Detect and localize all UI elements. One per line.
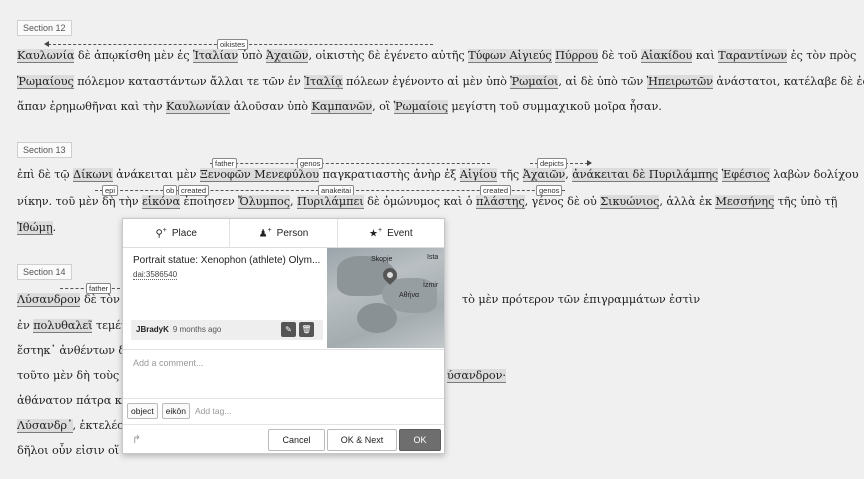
delete-button[interactable]: 🗑 [299, 322, 314, 337]
annotated-word[interactable]: Πυριλάμπει [296, 195, 364, 209]
popup-actions: ↱ Cancel OK & Next OK [123, 424, 444, 454]
entity-title: Portrait statue: Xenophon (athlete) Olym… [133, 255, 321, 266]
annotated-word[interactable]: Ταραντίνων [718, 49, 787, 63]
section-label: Section 12 [17, 20, 72, 36]
annotated-word[interactable]: Ῥωμαίους [17, 75, 74, 89]
annotated-word[interactable]: Τύφων Αἰγιεύς [468, 49, 552, 63]
annotation-popup: ⚲+ Place ♟+ Person ★+ Event Portrait sta… [122, 218, 445, 454]
relation-arrow [44, 41, 49, 47]
text-line: τοῦτο μὲν δὴ τοὺς τὸ [17, 369, 136, 382]
relation-arrow [587, 160, 592, 166]
annotated-word[interactable]: Αἰακίδου [640, 49, 692, 63]
annotated-word[interactable]: ύσανδρον· [447, 369, 506, 383]
ok-button[interactable]: OK [399, 429, 441, 451]
text-line: ἐν πολυθαλεῖ τεμένει [17, 319, 138, 333]
annotated-word[interactable]: Ἰταλίαν [192, 49, 238, 63]
star-icon: ★+ [369, 226, 383, 240]
annotated-word[interactable]: Καμπανῶν [311, 100, 372, 114]
add-tag-input[interactable]: Add tag... [195, 406, 231, 416]
annotated-word[interactable]: Ἠπειρωτῶν [646, 75, 713, 89]
annotated-word[interactable]: εἰκόνα [141, 195, 180, 209]
text-line: Καυλωνία δὲ ἀπῳκίσθη μὲν ἐς Ἰταλίαν ὑπὸ … [17, 49, 857, 63]
person-icon: ♟+ [258, 226, 272, 240]
tab-person[interactable]: ♟+ Person [230, 219, 338, 247]
annotated-word[interactable]: Πύρρου [555, 49, 598, 63]
text-line: Ἰθώμῃ. [17, 221, 57, 235]
annotated-word[interactable]: Αἰγίου [459, 168, 497, 182]
annotated-word[interactable]: Μεσσήνης [715, 195, 774, 209]
entity-card[interactable]: Portrait statue: Xenophon (athlete) Olym… [123, 248, 444, 348]
annotated-word[interactable]: Καυλωνίαν [166, 100, 230, 114]
text-line: ἕστηκ᾽ ἀνθέντων δημ [17, 344, 140, 357]
pencil-icon: ✎ [285, 325, 292, 334]
tag-chip[interactable]: eikōn [161, 403, 191, 419]
text-line: ἀθάνατον πάτρα καὶ [17, 394, 134, 407]
annotated-word[interactable]: πολυθαλεῖ [33, 319, 93, 333]
text-line: ἅπαν ἐρημωθῆναι καὶ τὴν Καυλωνίαν ἁλοῦσα… [17, 100, 662, 114]
tags-row: object eikōn Add tag... [123, 398, 444, 423]
comment-field[interactable]: Add a comment... [123, 349, 444, 398]
annotated-word[interactable]: Σικυώνιος [600, 195, 659, 209]
tab-event[interactable]: ★+ Event [338, 219, 444, 247]
annotated-word[interactable]: Ἀχαιῶν [265, 49, 309, 63]
annotated-word[interactable]: Ῥωμαίοις [393, 100, 448, 114]
annotated-word[interactable]: Ἀχαιῶν [522, 168, 565, 182]
relation-line [210, 163, 490, 164]
entity-id-link[interactable]: dai:3586540 [133, 270, 178, 280]
map-label: Ista [427, 254, 439, 261]
text-line: τὸ μὲν πρότερον τῶν ἐπιγραμμάτων ἐστὶν [462, 293, 700, 306]
map-label: İzmir [423, 282, 439, 289]
annotated-word[interactable]: Ἰθώμῃ [17, 221, 53, 235]
text-line: δῆλοι οὖν εἰσιν οἵ τε [17, 444, 135, 457]
annotated-word[interactable]: ἀνάκειται δὲ Πυριλάμπης [572, 168, 718, 182]
annotated-word[interactable]: Ἰταλίᾳ [304, 75, 343, 89]
username: JBradyK [136, 325, 169, 334]
tab-place[interactable]: ⚲+ Place [123, 219, 231, 247]
timestamp: 9 months ago [172, 325, 222, 334]
annotated-word[interactable]: Ὄλυμπος [238, 195, 290, 209]
ok-next-button[interactable]: OK & Next [327, 429, 397, 451]
annotated-word[interactable]: Καυλωνία [17, 49, 75, 63]
section-label: Section 13 [17, 142, 72, 158]
text-line: νίκην. τοῦ μὲν δὴ τὴν εἰκόνα ἐποίησεν Ὄλ… [17, 195, 838, 209]
entity-meta: JBradyK 9 months ago ✎ 🗑 [131, 320, 323, 340]
text-line: ἐπὶ δὲ τῷ Δίκωνι ἀνάκειται μὲν Ξενοφῶν Μ… [17, 168, 859, 182]
annotated-word[interactable]: Δίκωνι [73, 168, 113, 182]
text-line: Ῥωμαίους πόλεμον καταστάντων ἄλλαι τε τῶ… [17, 75, 864, 89]
annotated-word[interactable]: Ῥωμαίοι [510, 75, 558, 89]
entity-type-tabs: ⚲+ Place ♟+ Person ★+ Event [123, 219, 444, 248]
annotated-word[interactable]: Ἐφέσιος [721, 168, 770, 182]
tag-chip[interactable]: object [127, 403, 158, 419]
cancel-button[interactable]: Cancel [268, 429, 325, 451]
share-icon[interactable]: ↱ [132, 433, 141, 446]
section-label: Section 14 [17, 264, 72, 280]
annotated-word[interactable]: Λύσανδρ᾽ [17, 419, 73, 433]
trash-icon: 🗑 [301, 325, 312, 334]
annotated-word[interactable]: Ξενοφῶν Μενεφύλου [199, 168, 319, 182]
map-label: Skopje [371, 256, 393, 263]
annotated-word[interactable]: πλάστης [475, 195, 525, 209]
map-preview[interactable]: Skopje Ista İzmir Αθήνα [327, 248, 444, 348]
text-line: Λύσανδρον δὲ τὸν Ἀ [17, 293, 131, 307]
annotated-word[interactable]: Λύσανδρον [17, 293, 81, 307]
edit-button[interactable]: ✎ [281, 322, 296, 337]
map-label: Αθήνα [399, 292, 420, 299]
map-marker-icon: ⚲+ [155, 226, 167, 240]
